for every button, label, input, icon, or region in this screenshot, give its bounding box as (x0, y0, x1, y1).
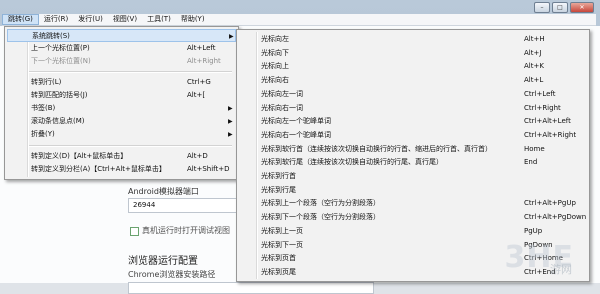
submenu-item[interactable]: 光标向右一词 Ctrl+Right (239, 102, 585, 114)
menu-tools[interactable]: 工具(T) (142, 14, 176, 25)
menu-item-goto-line[interactable]: 转到行(L) Ctrl+G (7, 76, 236, 89)
goto-menu: 系统跳转(S) ▶ 上一个光标位置(P) Alt+Left 下一个光标位置(N)… (4, 26, 239, 180)
menu-item-goto-definition[interactable]: 转到定义(D)【Alt+鼠标单击】 Alt+D (7, 150, 236, 163)
debug-view-label: 真机运行时打开调试视图 (142, 226, 230, 235)
submenu-item-label: 光标向左 (261, 35, 289, 43)
menu-item-label: 转到行(L) (31, 78, 62, 86)
submenu-item-shortcut: Ctrl+Alt+Left (524, 117, 571, 126)
menu-item-label: 折叠(Y) (31, 130, 55, 138)
submenu-item-label: 光标到页尾 (261, 267, 296, 276)
menu-item-next-cursor[interactable]: 下一个光标位置(N) Alt+Right (7, 55, 236, 68)
menu-separator (29, 71, 232, 73)
menu-publish[interactable]: 发行(U) (73, 14, 108, 25)
submenu-arrow-icon: ▶ (228, 131, 233, 138)
menu-item-shortcut: Alt+Shift+D (187, 165, 230, 173)
submenu-item-label: 光标到行尾 (261, 185, 296, 194)
close-button[interactable]: ✕ (570, 2, 594, 13)
menu-item-bookmarks[interactable]: 书签(B) ▶ (7, 102, 236, 115)
submenu-item[interactable]: 光标向上 Alt+K (239, 60, 585, 72)
menu-help[interactable]: 帮助(Y) (176, 14, 210, 25)
submenu-item[interactable]: 光标到行尾 (239, 184, 585, 196)
submenu-item[interactable]: 光标到行首 (239, 170, 585, 182)
menu-item-label: 转到定义(D)【Alt+鼠标单击】 (31, 152, 128, 160)
menu-item-label: 书签(B) (31, 104, 56, 112)
browser-config-heading: 浏览器运行配置 (128, 256, 198, 267)
menu-item-shortcut: Ctrl+G (187, 78, 211, 86)
submenu-item-label: 光标到行首 (261, 172, 296, 180)
submenu-item-label: 光标向上 (261, 62, 289, 71)
submenu-item-shortcut: Ctrl+Alt+PgDown (524, 213, 587, 222)
submenu-item-shortcut: Alt+H (524, 35, 545, 43)
submenu-item-label: 光标到上一个段落（空行为分割段落） (261, 199, 380, 208)
submenu-item-label: 光标向下 (261, 48, 289, 57)
menu-goto[interactable]: 跳转(G) (2, 14, 39, 25)
submenu-item[interactable]: 光标向右一个驼峰单词 Ctrl+Alt+Right (239, 129, 585, 141)
submenu-item[interactable]: 光标到上一个段落（空行为分割段落） Ctrl+Alt+PgUp (239, 197, 585, 209)
submenu-item[interactable]: 光标到上一页 PgUp (239, 225, 585, 237)
menu-item-system-jump[interactable]: 系统跳转(S) ▶ (7, 29, 236, 42)
submenu-item-shortcut: Ctrl+Left (524, 89, 556, 98)
menubar: 跳转(G) 运行(R) 发行(U) 视图(V) 工具(T) 帮助(Y) (2, 14, 596, 26)
submenu-item[interactable]: 光标向左一个驼峰单词 Ctrl+Alt+Left (239, 115, 585, 127)
menu-item-label: 滚动条信息点(M) (31, 117, 85, 125)
submenu-item-shortcut: Ctrl+Right (524, 103, 561, 112)
submenu-item[interactable]: 光标向下 Alt+J (239, 47, 585, 59)
submenu-item-label: 光标向右一词 (261, 103, 303, 112)
submenu-item[interactable]: 光标向右 Alt+L (239, 74, 585, 86)
maximize-button[interactable]: □ (552, 2, 568, 13)
menu-item-scrollbar-markers[interactable]: 滚动条信息点(M) ▶ (7, 115, 236, 128)
chrome-path-input[interactable] (128, 282, 374, 294)
menu-separator (29, 145, 232, 147)
submenu-item-shortcut: Alt+J (524, 48, 542, 57)
submenu-item-shortcut: Alt+K (524, 62, 544, 71)
menu-item-goto-definition-split[interactable]: 转到定义到分栏(A)【Ctrl+Alt+鼠标单击】 Alt+Shift+D (7, 163, 236, 176)
submenu-arrow-icon: ▶ (228, 105, 233, 112)
submenu-item-shortcut: Ctrl+Alt+Right (524, 130, 577, 139)
minimize-button[interactable]: – (534, 2, 550, 13)
debug-view-checkbox[interactable] (130, 227, 139, 236)
submenu-item-label: 光标向左一词 (261, 89, 303, 98)
submenu-item-shortcut: Home (524, 144, 545, 153)
submenu-arrow-icon: ▶ (228, 118, 233, 125)
submenu-item[interactable]: 光标向左一词 Ctrl+Left (239, 88, 585, 100)
menu-item-label: 下一个光标位置(N) (31, 57, 91, 65)
submenu-item-label: 光标到软行首（连续按该次切换自动换行的行首、缩进后的行首、真行首） (261, 144, 492, 153)
menu-item-shortcut: Alt+[ (187, 91, 206, 99)
menu-item-label: 转到匹配的括号(J) (31, 91, 88, 99)
menu-view[interactable]: 视图(V) (108, 14, 142, 25)
menu-item-fold[interactable]: 折叠(Y) ▶ (7, 128, 236, 141)
submenu-item-shortcut: Alt+L (524, 76, 544, 85)
menu-item-matching-bracket[interactable]: 转到匹配的括号(J) Alt+[ (7, 89, 236, 102)
menu-item-shortcut: Alt+Left (187, 44, 216, 52)
menu-item-label: 转到定义到分栏(A)【Ctrl+Alt+鼠标单击】 (31, 165, 166, 173)
submenu-item[interactable]: 光标到软行尾（连续按该次切换自动换行的行尾、真行尾） End (239, 156, 585, 168)
submenu-item-shortcut: End (524, 158, 538, 167)
submenu-item-label: 光标到下一个段落（空行为分割段落） (261, 213, 380, 222)
menu-item-prev-cursor[interactable]: 上一个光标位置(P) Alt+Left (7, 42, 236, 55)
submenu-item-shortcut: Ctrl+Alt+PgUp (524, 199, 576, 208)
watermark-sub: 游网 (550, 263, 572, 276)
submenu-item-label: 光标到软行尾（连续按该次切换自动换行的行尾、真行尾） (261, 158, 443, 167)
title-buttons: – □ ✕ (534, 2, 594, 13)
menu-item-shortcut: Alt+D (187, 152, 208, 160)
submenu-item-label: 光标到页首 (261, 254, 296, 263)
submenu-item[interactable]: 光标到下一个段落（空行为分割段落） Ctrl+Alt+PgDown (239, 211, 587, 223)
submenu-item-label: 光标向右一个驼峰单词 (261, 130, 331, 139)
submenu-item-shortcut: PgUp (524, 226, 543, 235)
submenu-item-label: 光标到上一页 (261, 226, 303, 235)
menu-item-label: 上一个光标位置(P) (31, 44, 90, 52)
submenu-item-label: 光标到下一页 (261, 240, 303, 249)
submenu-item-label: 光标向左一个驼峰单词 (261, 117, 331, 126)
submenu-item[interactable]: 光标到软行首（连续按该次切换自动换行的行首、缩进后的行首、真行首） Home (239, 143, 585, 155)
android-port-label: Android模拟器端口 (128, 187, 199, 196)
submenu-item[interactable]: 光标向左 Alt+H (239, 33, 585, 45)
menu-run[interactable]: 运行(R) (39, 14, 73, 25)
menu-item-shortcut: Alt+Right (187, 57, 221, 65)
submenu-item-label: 光标向右 (261, 76, 289, 85)
chrome-path-label: Chrome浏览器安装路径 (128, 270, 216, 279)
